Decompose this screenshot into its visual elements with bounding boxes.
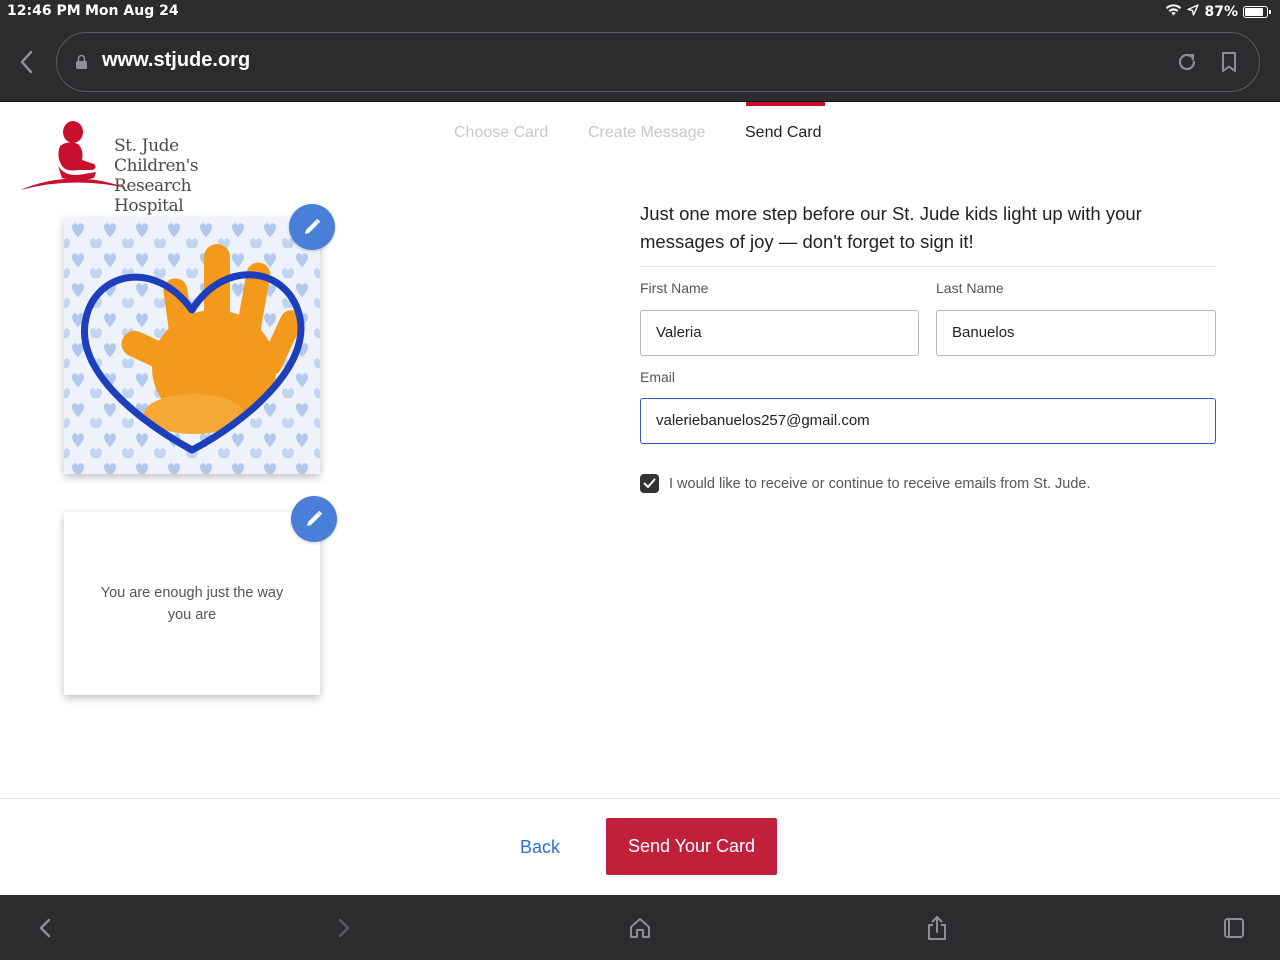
logo-child-icon (20, 121, 126, 190)
lock-icon (75, 54, 88, 74)
handprint-heart-art (64, 218, 320, 474)
consent-label: I would like to receive or continue to r… (669, 475, 1091, 492)
status-indicators: 87% (1165, 3, 1271, 20)
send-card-button[interactable]: Send Your Card (606, 818, 777, 875)
first-name-field[interactable]: Valeria (640, 310, 919, 356)
step-choose-card[interactable]: Choose Card (454, 124, 548, 142)
email-field[interactable]: valeriebanuelos257@gmail.com (640, 398, 1216, 444)
wifi-icon (1165, 3, 1182, 20)
edit-card-message-button[interactable] (291, 496, 337, 542)
pencil-icon (305, 218, 321, 234)
logo-text: St. Jude Children's Research Hospital (114, 136, 258, 216)
action-bar: Back Send Your Card (0, 798, 1280, 895)
home-icon[interactable] (627, 915, 653, 941)
battery-percent: 87% (1204, 3, 1238, 20)
step-send-card[interactable]: Send Card (745, 124, 822, 142)
status-date: Mon Aug 24 (85, 3, 179, 19)
logo-line-2: Research Hospital (114, 176, 192, 216)
pencil-icon (307, 510, 323, 526)
checkmark-icon (643, 478, 656, 488)
reload-icon[interactable] (1175, 50, 1199, 78)
browser-bar: www.stjude.org (0, 24, 1280, 102)
status-time: 12:46 PM (7, 3, 81, 19)
toolbar-back-icon[interactable] (33, 915, 59, 941)
first-name-label: First Name (640, 280, 709, 296)
email-label: Email (640, 369, 676, 385)
last-name-label: Last Name (936, 280, 1004, 296)
location-arrow-icon (1187, 3, 1200, 20)
edit-card-front-button[interactable] (289, 204, 335, 250)
step-create-message[interactable]: Create Message (588, 124, 705, 142)
tabs-icon[interactable] (1221, 915, 1247, 941)
battery-icon (1243, 5, 1271, 18)
share-icon[interactable] (924, 915, 950, 941)
consent-checkbox[interactable] (640, 474, 659, 493)
back-button[interactable]: Back (520, 837, 560, 858)
bookmark-icon[interactable] (1217, 50, 1241, 78)
active-step-indicator (746, 102, 825, 106)
st-jude-logo[interactable]: St. Jude Children's Research Hospital (18, 120, 258, 216)
address-bar[interactable]: www.stjude.org (56, 32, 1260, 92)
last-name-field[interactable]: Banuelos (936, 310, 1216, 356)
browser-toolbar (0, 895, 1280, 960)
card-front-image (64, 218, 320, 474)
card-message-text: You are enough just the way you are (100, 584, 284, 623)
card-message-preview: You are enough just the way you are (64, 512, 320, 695)
browser-back-icon[interactable] (16, 48, 40, 76)
url-text: www.stjude.org (102, 49, 251, 71)
logo-line-1: St. Jude Children's (114, 136, 199, 176)
form-intro-text: Just one more step before our St. Jude k… (640, 200, 1216, 267)
signer-form: Just one more step before our St. Jude k… (640, 200, 1216, 493)
status-bar: 12:46 PM Mon Aug 24 87% (0, 0, 1280, 24)
toolbar-forward-icon[interactable] (330, 915, 356, 941)
email-consent[interactable]: I would like to receive or continue to r… (640, 474, 1091, 493)
